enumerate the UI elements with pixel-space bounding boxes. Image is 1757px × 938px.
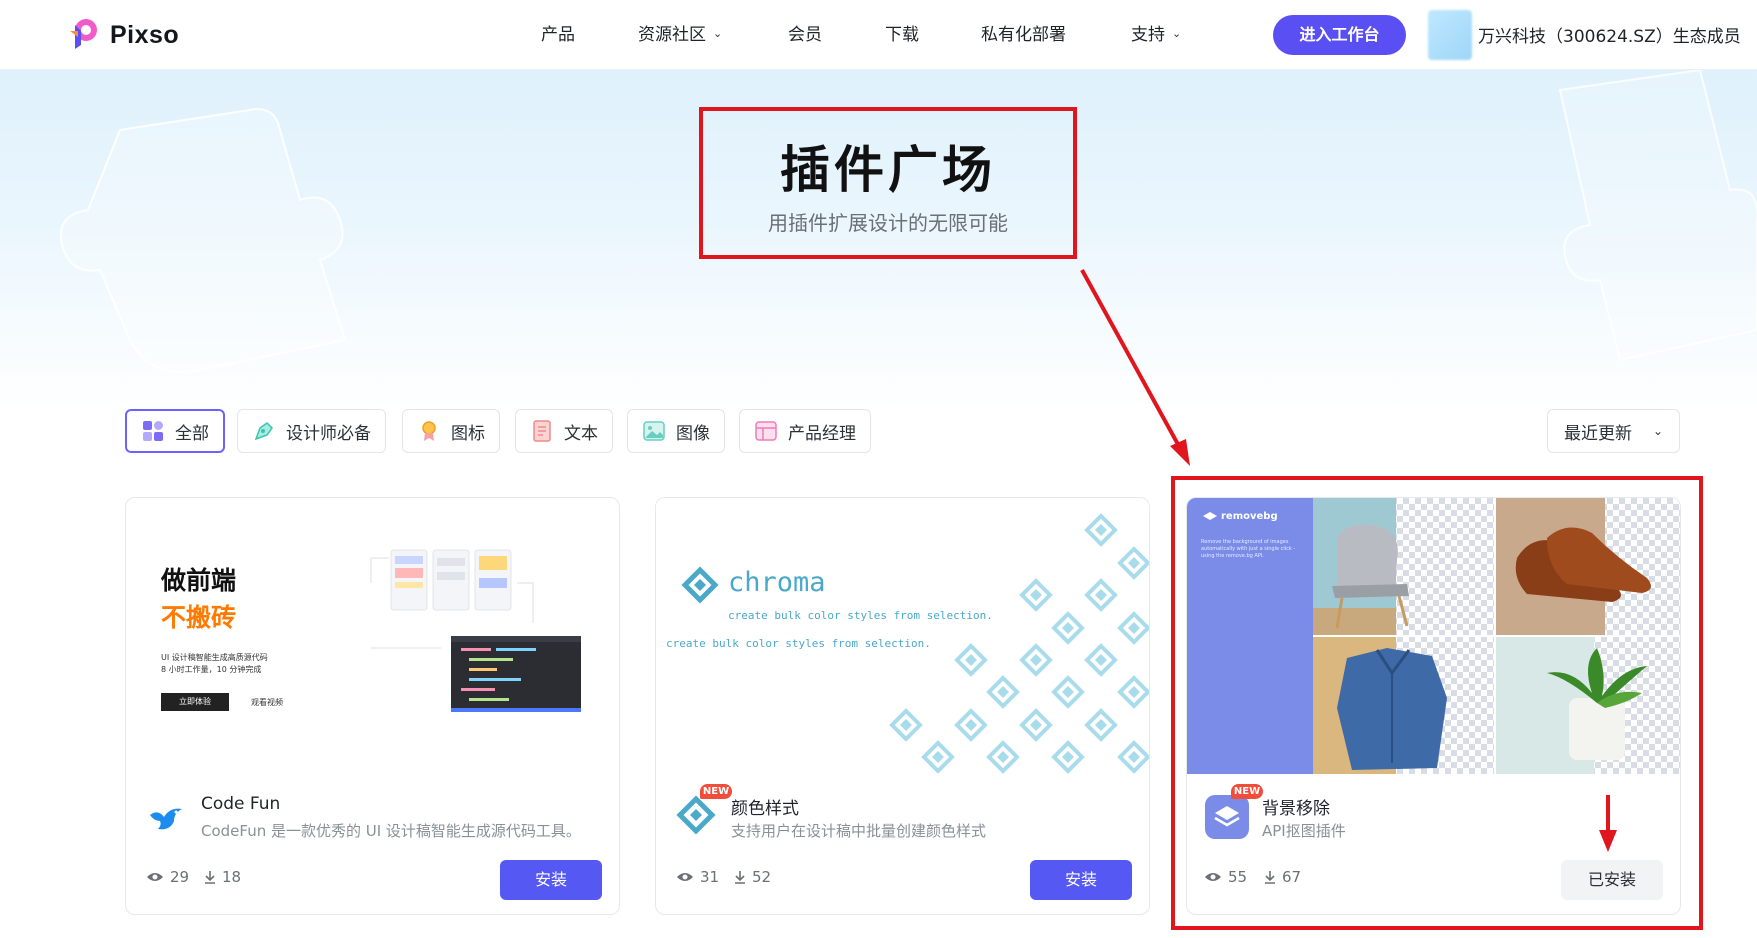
install-button[interactable]: 安装 (500, 860, 602, 900)
download-count-value: 18 (222, 868, 242, 886)
nav-support[interactable]: 支持 ⌄ (1131, 22, 1181, 48)
chevron-down-icon: ⌄ (1172, 27, 1182, 40)
new-badge: NEW (1231, 784, 1263, 799)
view-count: 55 (1204, 868, 1247, 886)
download-count: 52 (734, 868, 771, 886)
nav-label: 支持 (1131, 25, 1165, 45)
top-nav-bar: Pixso 产品 资源社区 ⌄ 会员 下载 私有化部署 支持 ⌄ 进入工作台 万兴科… (0, 0, 1757, 70)
chip-label: 全部 (175, 423, 209, 444)
removebg-brand-text: removebg (1221, 511, 1278, 522)
view-count-value: 29 (170, 868, 190, 886)
chip-label: 产品经理 (788, 423, 856, 444)
download-icon (1265, 871, 1275, 884)
chip-label: 设计师必备 (286, 423, 371, 444)
cover-headline-accent: 不搬砖 (161, 603, 237, 632)
nav-label: 私有化部署 (981, 25, 1066, 45)
cover-text: 8 小时工作量，10 分钟完成 (161, 665, 262, 674)
view-count: 29 (146, 868, 189, 886)
view-count-value: 31 (700, 868, 720, 886)
view-count: 31 (676, 868, 719, 886)
chevron-down-icon: ⌄ (713, 27, 723, 40)
eye-icon (677, 873, 693, 881)
image-icon (642, 419, 666, 443)
download-icon (205, 871, 215, 884)
chroma-tagline: create bulk color styles from selection. (666, 637, 931, 650)
download-count-value: 67 (1282, 868, 1302, 886)
eye-icon (1205, 873, 1221, 881)
plugin-card-color-styles[interactable]: chroma create bulk color styles from sel… (655, 497, 1150, 915)
chroma-icon (674, 795, 718, 839)
nav-label: 资源社区 (638, 25, 706, 45)
pixso-logo[interactable]: Pixso (66, 17, 179, 53)
download-count: 18 (204, 868, 241, 886)
filter-chip-designer[interactable]: 设计师必备 (237, 409, 386, 453)
award-icon (417, 419, 441, 443)
download-count-value: 52 (752, 868, 772, 886)
nav-label: 会员 (788, 25, 822, 45)
download-icon (735, 871, 745, 884)
cover-headline: 做前端 (161, 566, 237, 595)
download-count: 67 (1264, 868, 1301, 886)
cover-video-link: 观看视频 (251, 698, 283, 707)
enter-workspace-button[interactable]: 进入工作台 (1273, 15, 1406, 55)
document-icon (530, 419, 554, 443)
plugin-cover: removebg Remove the background of images… (1187, 498, 1680, 774)
chroma-pattern-illustration (681, 514, 1149, 773)
nav-product[interactable]: 产品 (541, 22, 575, 48)
arrow-head-icon (1170, 439, 1190, 466)
plugin-description: 支持用户在设计稿中批量创建颜色样式 (731, 822, 987, 840)
pen-tool-icon (252, 419, 276, 443)
plugin-description: CodeFun 是一款优秀的 UI 设计稿智能生成源代码工具。 (201, 822, 581, 840)
plugin-card-remove-bg[interactable]: removebg Remove the background of images… (1186, 497, 1681, 915)
pixso-logo-icon (66, 17, 102, 53)
nav-membership[interactable]: 会员 (788, 22, 822, 48)
eye-icon (147, 873, 163, 881)
hero-annotation-box (699, 107, 1077, 259)
code-editor-illustration (370, 549, 581, 712)
removebg-layers-icon (1205, 795, 1249, 839)
filter-chip-icons[interactable]: 图标 (402, 409, 500, 453)
install-button[interactable]: 安装 (1030, 860, 1132, 900)
filter-chip-image[interactable]: 图像 (627, 409, 725, 453)
plugin-card-codefun[interactable]: 做前端 不搬砖 UI 设计稿智能生成高质源代码 8 小时工作量，10 分钟完成 … (125, 497, 620, 915)
plugin-name: 背景移除 (1262, 799, 1330, 819)
plugin-name: 颜色样式 (731, 799, 799, 819)
filter-chip-all[interactable]: 全部 (125, 409, 225, 453)
nav-private-deploy[interactable]: 私有化部署 (981, 22, 1066, 48)
cover-try-button: 立即体验 (161, 693, 229, 711)
plugin-cover: 做前端 不搬砖 UI 设计稿智能生成高质源代码 8 小时工作量，10 分钟完成 … (126, 498, 619, 774)
codefun-bird-icon (144, 795, 188, 839)
avatar[interactable] (1428, 10, 1472, 60)
grid-icon (141, 419, 165, 443)
logo-text: Pixso (110, 20, 180, 49)
plugin-description: API抠图插件 (1262, 822, 1346, 840)
sort-label: 最近更新 (1564, 423, 1632, 444)
user-org-label: 万兴科技（300624.SZ）生态成员 (1478, 27, 1741, 47)
filter-chip-pm[interactable]: 产品经理 (739, 409, 871, 453)
view-count-value: 55 (1228, 868, 1248, 886)
chroma-brand: chroma (728, 567, 826, 598)
removebg-brand: removebg (1203, 511, 1278, 522)
nav-label: 产品 (541, 25, 575, 45)
nav-label: 下载 (885, 25, 919, 45)
chip-label: 文本 (564, 423, 598, 444)
chip-label: 图像 (676, 423, 710, 444)
layers-icon (1203, 511, 1217, 520)
nav-resources[interactable]: 资源社区 ⌄ (638, 22, 722, 48)
plugin-name: Code Fun (201, 794, 281, 814)
new-badge: NEW (700, 784, 732, 799)
chip-label: 图标 (451, 423, 485, 444)
layout-icon (754, 419, 778, 443)
installed-button[interactable]: 已安装 (1561, 860, 1663, 900)
plugin-cover: chroma create bulk color styles from sel… (656, 498, 1149, 774)
sort-dropdown[interactable]: 最近更新 ⌄ (1547, 409, 1680, 453)
chroma-tagline: create bulk color styles from selection. (728, 609, 993, 622)
chevron-down-icon: ⌄ (1652, 424, 1663, 438)
nav-download[interactable]: 下载 (885, 22, 919, 48)
removebg-blurb: Remove the background of images automati… (1201, 539, 1296, 559)
filter-chip-text[interactable]: 文本 (515, 409, 613, 453)
cover-text: UI 设计稿智能生成高质源代码 (161, 653, 268, 662)
